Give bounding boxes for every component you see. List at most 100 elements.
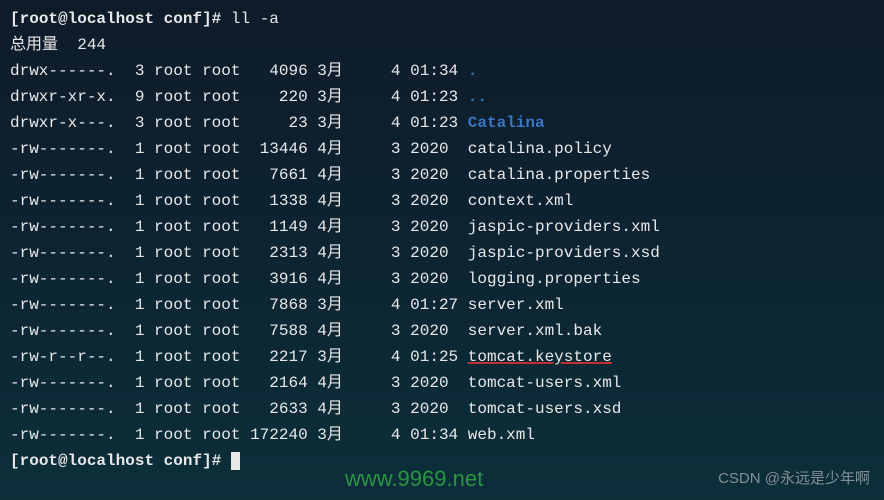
links: 1 bbox=[135, 270, 145, 288]
group: root bbox=[202, 218, 240, 236]
prompt-symbol: # bbox=[212, 10, 222, 28]
file-row: -rw-------. 1 root root 1338 4月 3 2020 c… bbox=[10, 188, 874, 214]
file-name: catalina.policy bbox=[468, 140, 612, 158]
time: 01:27 bbox=[410, 296, 458, 314]
group: root bbox=[202, 192, 240, 210]
time: 2020 bbox=[410, 166, 458, 184]
file-row: -rw-------. 1 root root 172240 3月 4 01:3… bbox=[10, 422, 874, 448]
links: 1 bbox=[135, 348, 145, 366]
day: 4 bbox=[362, 114, 400, 132]
day: 4 bbox=[362, 296, 400, 314]
total-value: 244 bbox=[77, 36, 106, 54]
file-row: -rw-------. 1 root root 2313 4月 3 2020 j… bbox=[10, 240, 874, 266]
file-row: drwxr-x---. 3 root root 23 3月 4 01:23 Ca… bbox=[10, 110, 874, 136]
owner: root bbox=[154, 62, 192, 80]
links: 1 bbox=[135, 322, 145, 340]
time: 01:25 bbox=[410, 348, 458, 366]
perm: -rw-r--r--. bbox=[10, 348, 125, 366]
file-name: context.xml bbox=[468, 192, 574, 210]
file-row: drwxr-xr-x. 9 root root 220 3月 4 01:23 .… bbox=[10, 84, 874, 110]
time: 01:23 bbox=[410, 114, 458, 132]
month: 4月 bbox=[317, 218, 352, 236]
file-name: catalina.properties bbox=[468, 166, 650, 184]
size: 172240 bbox=[250, 426, 308, 444]
group: root bbox=[202, 166, 240, 184]
group: root bbox=[202, 62, 240, 80]
time: 01:34 bbox=[410, 62, 458, 80]
links: 1 bbox=[135, 296, 145, 314]
owner: root bbox=[154, 166, 192, 184]
links: 1 bbox=[135, 374, 145, 392]
time: 2020 bbox=[410, 192, 458, 210]
day: 4 bbox=[362, 88, 400, 106]
file-row: -rw-------. 1 root root 2633 4月 3 2020 t… bbox=[10, 396, 874, 422]
group: root bbox=[202, 140, 240, 158]
file-row: -rw-------. 1 root root 2164 4月 3 2020 t… bbox=[10, 370, 874, 396]
file-row: -rw-------. 1 root root 7868 3月 4 01:27 … bbox=[10, 292, 874, 318]
day: 4 bbox=[362, 348, 400, 366]
total-label: 总用量 bbox=[10, 36, 58, 54]
links: 1 bbox=[135, 140, 145, 158]
owner: root bbox=[154, 114, 192, 132]
perm: -rw-------. bbox=[10, 374, 125, 392]
perm: -rw-------. bbox=[10, 426, 125, 444]
size: 7868 bbox=[250, 296, 308, 314]
day: 4 bbox=[362, 426, 400, 444]
month: 4月 bbox=[317, 374, 352, 392]
group: root bbox=[202, 348, 240, 366]
perm: -rw-------. bbox=[10, 296, 125, 314]
month: 4月 bbox=[317, 400, 352, 418]
owner: root bbox=[154, 400, 192, 418]
prompt-host: localhost bbox=[68, 10, 154, 28]
owner: root bbox=[154, 244, 192, 262]
links: 1 bbox=[135, 192, 145, 210]
perm: -rw-------. bbox=[10, 244, 125, 262]
file-name: tomcat-users.xsd bbox=[468, 400, 622, 418]
owner: root bbox=[154, 140, 192, 158]
month: 4月 bbox=[317, 140, 352, 158]
time: 2020 bbox=[410, 140, 458, 158]
time: 2020 bbox=[410, 374, 458, 392]
month: 4月 bbox=[317, 322, 352, 340]
month: 4月 bbox=[317, 270, 352, 288]
perm: -rw-------. bbox=[10, 270, 125, 288]
size: 13446 bbox=[250, 140, 308, 158]
links: 1 bbox=[135, 166, 145, 184]
group: root bbox=[202, 244, 240, 262]
size: 2633 bbox=[250, 400, 308, 418]
perm: -rw-------. bbox=[10, 140, 125, 158]
file-row: -rw-------. 1 root root 1149 4月 3 2020 j… bbox=[10, 214, 874, 240]
day: 3 bbox=[362, 400, 400, 418]
month: 4月 bbox=[317, 166, 352, 184]
file-row: -rw-------. 1 root root 7588 4月 3 2020 s… bbox=[10, 318, 874, 344]
size: 2217 bbox=[250, 348, 308, 366]
file-row: drwx------. 3 root root 4096 3月 4 01:34 … bbox=[10, 58, 874, 84]
day: 3 bbox=[362, 322, 400, 340]
time: 01:34 bbox=[410, 426, 458, 444]
owner: root bbox=[154, 88, 192, 106]
size: 7661 bbox=[250, 166, 308, 184]
links: 9 bbox=[135, 88, 145, 106]
links: 1 bbox=[135, 218, 145, 236]
time: 2020 bbox=[410, 218, 458, 236]
group: root bbox=[202, 426, 240, 444]
size: 2313 bbox=[250, 244, 308, 262]
time: 2020 bbox=[410, 244, 458, 262]
perm: -rw-------. bbox=[10, 192, 125, 210]
day: 3 bbox=[362, 244, 400, 262]
file-name: tomcat-users.xml bbox=[468, 374, 622, 392]
file-name-highlighted: tomcat.keystore bbox=[468, 348, 612, 366]
perm: drwxr-x---. bbox=[10, 114, 125, 132]
watermark-url: www.9969.net bbox=[345, 466, 483, 492]
group: root bbox=[202, 322, 240, 340]
prompt-path: conf bbox=[164, 10, 202, 28]
month: 4月 bbox=[317, 244, 352, 262]
day: 3 bbox=[362, 192, 400, 210]
perm: drwxr-xr-x. bbox=[10, 88, 125, 106]
size: 220 bbox=[250, 88, 308, 106]
dir-name: . bbox=[468, 62, 478, 80]
size: 2164 bbox=[250, 374, 308, 392]
terminal-output[interactable]: [root@localhost conf]# ll -a 总用量 244 drw… bbox=[10, 6, 874, 474]
file-name: logging.properties bbox=[468, 270, 641, 288]
day: 3 bbox=[362, 270, 400, 288]
